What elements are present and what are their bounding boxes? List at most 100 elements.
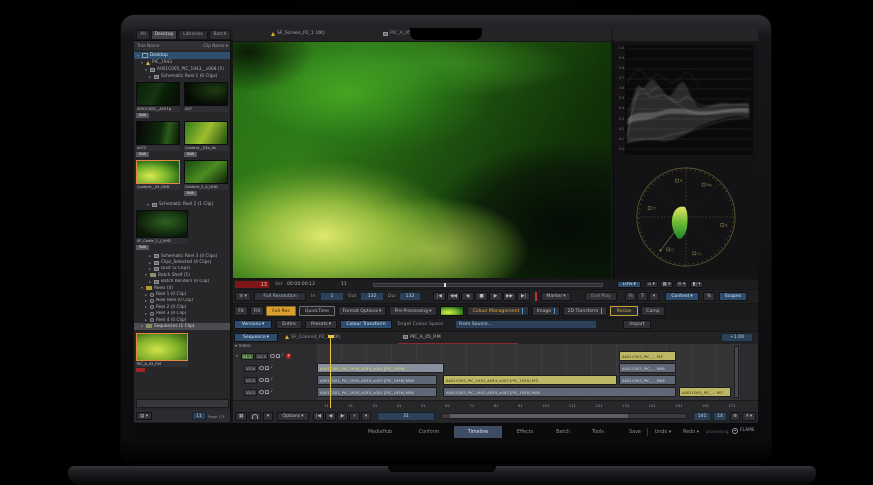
save-button[interactable]: Save — [624, 426, 646, 438]
thumbnail-1[interactable]: A001C005__ACE1g RAW — [136, 82, 180, 118]
sequence-dropdown[interactable]: Sequence ▾ — [234, 333, 278, 342]
tree-item-schematic-reel-1[interactable]: ▸Schematic Reel 1 (6 Clips) — [134, 73, 231, 80]
tab-effects[interactable]: Effects — [506, 426, 544, 438]
colour-management-button[interactable]: Colour Management — [467, 306, 529, 316]
display-dropdown[interactable]: ▾ — [649, 292, 659, 301]
thumbnail-4[interactable]: Content__03a_4k RAW — [184, 121, 228, 157]
thumbnail-3[interactable]: A072 RAW — [136, 121, 180, 157]
tool-dropdown[interactable]: ▾ — [263, 412, 273, 421]
record-badge[interactable]: P — [286, 353, 292, 359]
in-field[interactable]: 1 — [320, 292, 344, 301]
target-colour-space-field[interactable]: From Source... — [455, 320, 597, 329]
current-track-badge[interactable]: V1.3 — [255, 353, 268, 360]
video-group-label[interactable]: ▾ Video — [235, 344, 251, 349]
play-button[interactable]: ▶ — [489, 292, 502, 301]
timeline-ruler[interactable]: 11 21 31 41 51 61 71 81 91 101 111 121 1… — [233, 400, 758, 410]
timeline-clip[interactable]: A001C005_PIC_1942_ADF4_v003 [PIC_1935] M… — [443, 375, 617, 385]
undo-dropdown[interactable]: Undo ▾ — [650, 426, 676, 438]
comp-button[interactable]: Comp — [641, 306, 665, 316]
versions-dropdown[interactable]: Versions ▾ — [234, 320, 272, 329]
clip-name-column[interactable]: Clip Name ▾ — [203, 43, 228, 48]
percent-button[interactable]: % — [703, 292, 715, 301]
pre-processing-dropdown[interactable]: Pre-Processing ▾ — [389, 306, 437, 316]
browser-tab-batch[interactable]: Batch — [209, 30, 231, 40]
tree-item-schematic-reel-2[interactable]: ▾Schematic Reel 2 (1 Clip) — [134, 201, 231, 208]
marker-dropdown[interactable]: Marker ▾ — [541, 292, 571, 301]
timeline-scrollbar[interactable] — [734, 346, 739, 398]
scopes-button[interactable]: Scopes — [719, 292, 747, 301]
lock-icon[interactable] — [265, 366, 269, 370]
transform-2d-button[interactable]: 2D Transform — [563, 306, 607, 316]
add-track-button[interactable]: + — [349, 412, 360, 421]
position-field[interactable]: 141 — [693, 412, 711, 421]
speed-field[interactable]: +1.00 — [721, 333, 753, 342]
visibility-icon[interactable] — [259, 366, 264, 370]
thumbnail-6[interactable]: Content_2_A_UHD RAW — [184, 160, 228, 196]
tab-tools[interactable]: Tools — [582, 426, 614, 438]
current-frame-field[interactable]: 13 — [235, 281, 269, 288]
track-dropdown[interactable]: ▾ — [361, 412, 371, 421]
step-back-icon[interactable]: |◀ — [313, 412, 324, 421]
options-dropdown[interactable]: Options ▾ — [277, 412, 309, 421]
fast-forward-button[interactable]: ▶▶ — [503, 292, 516, 301]
viewer-image[interactable] — [233, 42, 611, 278]
audio-icon[interactable]: ♪ — [271, 366, 274, 371]
timeline-clip[interactable]: A001C001_PIC_1935_ADF4_v003 [PIC_1936] M… — [317, 375, 437, 385]
zoom-in-icon[interactable]: ⊕ — [730, 412, 740, 421]
split-view-button[interactable]: ◧ ▾ — [690, 281, 703, 288]
visibility-icon[interactable] — [259, 390, 264, 394]
playhead[interactable] — [330, 335, 331, 408]
tree-item-desktop[interactable]: ▾Desktop — [134, 52, 231, 59]
clip-count-field[interactable]: 11 — [192, 412, 206, 420]
out-field[interactable]: 132 — [360, 292, 384, 301]
track-badge[interactable]: V1.3 — [244, 377, 257, 384]
fast-rewind-button[interactable]: ◀◀ — [447, 292, 460, 301]
browser-tab-desktop[interactable]: Desktop — [151, 30, 177, 40]
audio-icon[interactable]: ♪ — [271, 378, 274, 383]
browser-tab-all[interactable]: All — [136, 30, 150, 40]
track-badge[interactable]: V1.2 — [244, 389, 257, 396]
scale-field[interactable]: 14 — [713, 412, 727, 421]
format-options-dropdown[interactable]: Format Options ▾ — [338, 306, 386, 316]
timeline-clip-selected[interactable]: A001C001_PIC_1935_ADF4_v004 [PIC_1936] — [317, 363, 444, 373]
player-mode-dropdown[interactable]: ≡ ▾ — [235, 292, 251, 301]
tree-item-pic1943[interactable]: ▾PIC_1943 — [134, 59, 231, 66]
context-dropdown[interactable]: Context ▾ — [665, 292, 699, 301]
lock-icon[interactable] — [265, 390, 269, 394]
playhead-handle[interactable] — [328, 335, 334, 338]
quarter-res-button[interactable]: ¼ — [625, 292, 636, 301]
play-reverse-button[interactable]: ◀ — [461, 292, 474, 301]
thumbnail-2[interactable]: A07 — [184, 82, 228, 112]
next-cut-icon[interactable]: ▶ — [337, 412, 348, 421]
tree-name-column[interactable]: Tree Name — [137, 43, 159, 48]
import-button[interactable]: Import — [623, 320, 651, 329]
prev-cut-icon[interactable]: ◀ — [325, 412, 336, 421]
browser-filter-field[interactable] — [136, 399, 229, 408]
fit-button[interactable]: Fit — [234, 306, 248, 316]
redo-dropdown[interactable]: Redo ▾ — [678, 426, 704, 438]
visibility-icon[interactable] — [259, 378, 264, 382]
thumbnail-bottom[interactable]: PIC_A_05_P.M — [136, 333, 188, 372]
tree-item-sequences[interactable]: ▸Sequences (1 Clip) — [134, 323, 231, 329]
track-badge[interactable]: V1.4 — [244, 365, 257, 372]
auto-dropdown[interactable]: A ▾ — [742, 412, 756, 421]
timeline-hscrollbar[interactable] — [441, 413, 687, 419]
tab-batch[interactable]: Batch — [546, 426, 580, 438]
hscrollbar-thumb[interactable] — [450, 414, 628, 418]
thumbnail-5-selected[interactable]: Content__03_UHD — [136, 160, 180, 190]
tab-timeline[interactable]: Timeline — [454, 426, 502, 438]
tree-item-a001c005[interactable]: ▾A001C005_PIC_1943__v068 (5) — [134, 66, 231, 73]
grid-icon[interactable]: ▦ — [235, 412, 247, 421]
resize-button[interactable]: Resize — [610, 306, 638, 316]
browser-tab-libraries[interactable]: Libraries — [178, 30, 208, 40]
audio-icon[interactable]: ♪ — [271, 390, 274, 395]
scrub-playhead[interactable] — [444, 283, 446, 287]
timeline-clip[interactable]: A001C001_PIC_1935_ADF4_v002 [PIC_1936] M… — [317, 387, 437, 397]
app-menu[interactable]: FLAME — [732, 428, 755, 434]
timeline-clip[interactable]: A001C003_PIC_… M© — [619, 351, 676, 361]
primary-track-badge[interactable]: V1.1 — [241, 353, 254, 360]
lock-icon[interactable] — [265, 378, 269, 382]
visibility-icon[interactable] — [270, 354, 275, 358]
audio-icon[interactable]: ♪ — [282, 354, 285, 359]
layout-grid-button[interactable]: ▦ ▾ — [660, 281, 673, 288]
